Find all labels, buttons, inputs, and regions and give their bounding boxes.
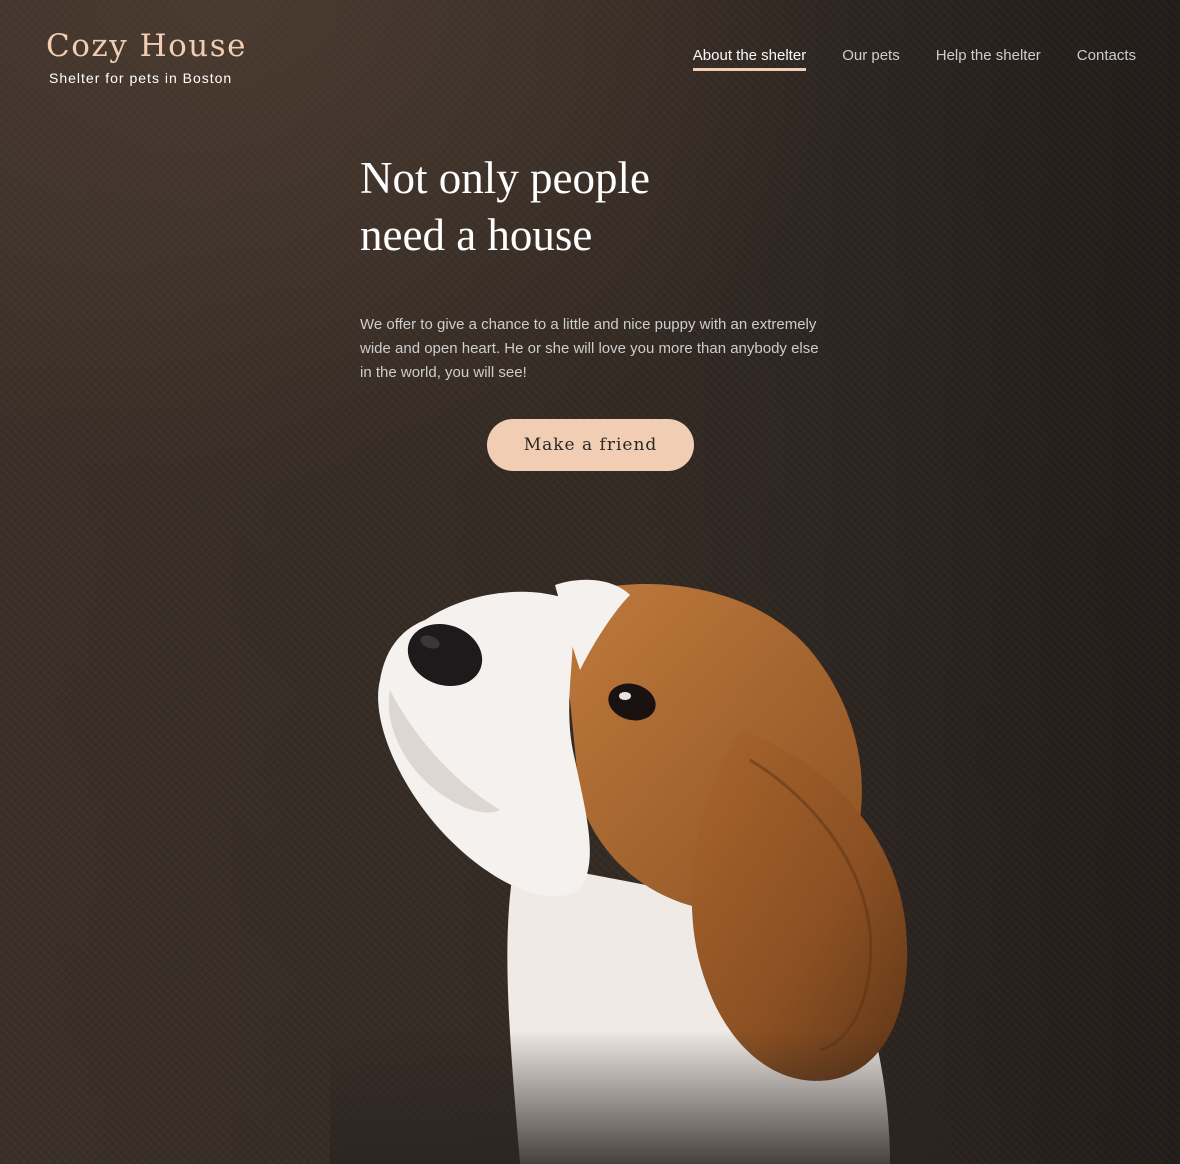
logo-title: Cozy House bbox=[46, 28, 247, 64]
hero-title: Not only people need a house bbox=[360, 150, 830, 264]
hero-description: We offer to give a chance to a little an… bbox=[360, 316, 819, 381]
hero-title-line-1: Not only people bbox=[360, 153, 650, 203]
logo[interactable]: Cozy House Shelter for pets in Boston bbox=[46, 28, 247, 86]
site-header: Cozy House Shelter for pets in Boston Ab… bbox=[0, 0, 1180, 110]
logo-subtitle: Shelter for pets in Boston bbox=[49, 70, 233, 86]
nav-item-contacts[interactable]: Contacts bbox=[1077, 47, 1136, 71]
puppy-image bbox=[330, 579, 950, 1164]
nav-item-help[interactable]: Help the shelter bbox=[936, 47, 1041, 71]
nav-item-about[interactable]: About the shelter bbox=[692, 47, 807, 71]
main-nav: About the shelter Our pets Help the shel… bbox=[692, 47, 1136, 71]
nav-item-our-pets[interactable]: Our pets bbox=[842, 47, 900, 71]
make-a-friend-button[interactable]: Make a friend bbox=[487, 419, 694, 471]
hero-section: Not only people need a house We offer to… bbox=[360, 150, 830, 385]
hero-title-line-2: need a house bbox=[360, 210, 593, 260]
